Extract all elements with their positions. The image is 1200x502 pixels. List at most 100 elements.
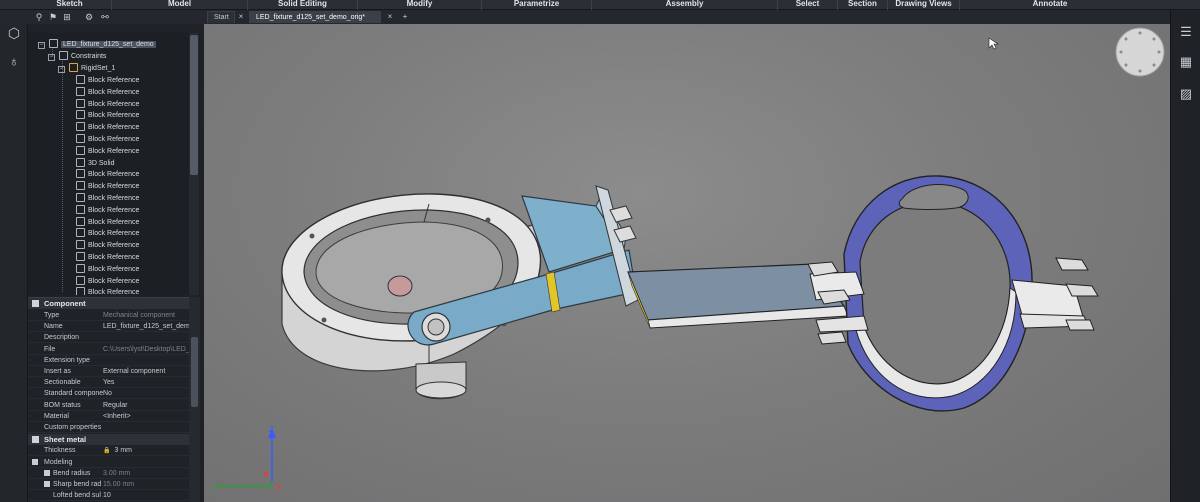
ribbon-tab-annotate[interactable]: Annotate: [960, 0, 1140, 10]
balloon-icon[interactable]: ♁: [5, 52, 23, 70]
mouse-cursor: [988, 37, 999, 50]
tree-item[interactable]: Block Reference: [76, 240, 139, 252]
hierarchy-icon[interactable]: ⊞: [62, 12, 72, 22]
tree-item[interactable]: Block Reference: [76, 75, 139, 87]
prop-value[interactable]: <Inherit>: [103, 411, 189, 422]
tree-item[interactable]: Block Reference: [76, 134, 139, 146]
tree-scrollbar[interactable]: [189, 33, 199, 295]
axis-z-label: Z: [269, 425, 274, 434]
led-housing[interactable]: [281, 193, 542, 376]
tree-item[interactable]: Block Reference: [76, 122, 139, 134]
prop-row-sharp-bend: Sharp bend rad 15.00 mm: [28, 479, 189, 490]
prop-row-thickness: Thickness 3 mm: [28, 445, 189, 456]
block-reference-icon: [76, 193, 85, 202]
properties-toggle-icon[interactable]: ☰: [1178, 24, 1194, 40]
tree-item[interactable]: Block Reference: [76, 275, 139, 288]
tab-start[interactable]: Start: [207, 11, 235, 23]
ribbon-bar: Sketch Model Solid Editing Modify Parame…: [0, 0, 1200, 10]
prop-row: Name LED_fixture_d125_set_demo: [28, 321, 189, 333]
right-icon-strip: ☰ ▦ ▨: [1170, 10, 1200, 502]
tree-item[interactable]: Block Reference: [76, 204, 139, 217]
new-tab-icon[interactable]: +: [400, 11, 410, 23]
block-reference-icon: [76, 252, 85, 261]
ribbon-tab-drawing-views[interactable]: Drawing Views: [888, 0, 960, 10]
prop-row: Description: [28, 332, 189, 344]
tree-item[interactable]: Block Reference: [76, 193, 139, 205]
tree-item[interactable]: Block Reference: [76, 86, 139, 99]
ribbon-tab-select[interactable]: Select: [778, 0, 838, 10]
binoculars-icon[interactable]: ⚯: [100, 12, 110, 22]
block-reference-icon: [76, 169, 85, 179]
ribbon-tab-solid-editing[interactable]: Solid Editing: [248, 0, 358, 10]
mechanical-browser-tree: − LED_fixture_d125_set_demo − Constraints …: [28, 33, 200, 295]
prop-row: Type Mechanical component: [28, 310, 189, 321]
block-reference-icon: [76, 145, 85, 155]
block-reference-icon: [76, 134, 85, 143]
tree-item[interactable]: Block Reference: [76, 110, 139, 122]
navigation-compass[interactable]: [1115, 27, 1165, 77]
left-icon-strip: ⬡ ♁: [0, 24, 28, 502]
tree-collapse-icon[interactable]: −: [58, 66, 65, 73]
ribbon-tab-sketch[interactable]: Sketch: [28, 0, 112, 10]
tree-item[interactable]: Block Reference: [76, 169, 139, 181]
tree-item[interactable]: Block Reference: [76, 145, 139, 158]
section-component[interactable]: Component: [28, 298, 189, 309]
constraints-icon: [59, 51, 68, 60]
tree-item[interactable]: 3D Solid: [76, 157, 114, 170]
application-window: Sketch Model Solid Editing Modify Parame…: [0, 0, 1200, 502]
tree-item[interactable]: Block Reference: [76, 216, 139, 229]
constraints-filter-icon[interactable]: ⚑: [48, 12, 58, 22]
prop-row: Extension type: [28, 355, 189, 366]
block-reference-icon: [76, 98, 85, 108]
tree-item[interactable]: Block Reference: [76, 181, 139, 193]
ribbon-tab-modify[interactable]: Modify: [358, 0, 482, 10]
block-reference-icon: [76, 110, 85, 120]
tree-item-rigidset[interactable]: − RigidSet_1: [58, 63, 115, 75]
prop-row-bend-radius: Bend radius 3.00 mm: [28, 468, 189, 479]
tree-collapse-icon[interactable]: −: [38, 42, 45, 49]
prop-value[interactable]: No: [103, 388, 189, 399]
thickness-value[interactable]: 3 mm: [103, 445, 189, 457]
properties-scrollbar[interactable]: [189, 297, 200, 502]
block-reference-icon: [76, 228, 85, 238]
ribbon-tab-section[interactable]: Section: [838, 0, 888, 10]
prop-value[interactable]: External component: [103, 366, 189, 377]
cable-gland[interactable]: [415, 361, 467, 400]
section-sheet-metal[interactable]: Sheet metal: [28, 434, 189, 445]
block-reference-icon: [76, 216, 85, 226]
toolbar-row: [0, 10, 1200, 24]
rigidset-icon: [69, 63, 78, 72]
ribbon-tab-parametrize[interactable]: Parametrize: [482, 0, 592, 10]
tree-root[interactable]: − LED_fixture_d125_set_demo: [38, 39, 156, 51]
prop-value[interactable]: Regular: [103, 400, 189, 411]
prop-row: Insert as External component: [28, 366, 189, 377]
tree-item[interactable]: Block Reference: [76, 98, 139, 111]
prop-value[interactable]: Yes: [103, 377, 189, 388]
prop-value[interactable]: C:\Users\lyst\Desktop\LED_: [103, 344, 189, 355]
tab-start-close-icon[interactable]: ×: [236, 11, 246, 23]
ribbon-tab-assembly[interactable]: Assembly: [592, 0, 778, 10]
tree-item[interactable]: Block Reference: [76, 252, 139, 264]
tab-document[interactable]: LED_fixture_d125_set_demo_orig*: [249, 11, 381, 23]
ribbon-tab-model[interactable]: Model: [112, 0, 248, 10]
tree-item[interactable]: Block Reference: [76, 228, 139, 240]
filter-icon[interactable]: ⚲: [34, 12, 44, 22]
tree-collapse-icon[interactable]: −: [48, 54, 55, 61]
prop-value[interactable]: LED_fixture_d125_set_demo: [103, 321, 189, 332]
settings-icon[interactable]: ⚙: [84, 12, 94, 22]
mechanical-browser-icon[interactable]: ⬡: [5, 24, 23, 42]
axis-gizmo: Z X: [211, 425, 282, 492]
block-reference-icon: [76, 287, 85, 295]
prop-row-modeling[interactable]: Modeling: [28, 457, 189, 468]
tree-item-constraints[interactable]: − Constraints: [48, 51, 106, 63]
layers-icon[interactable]: ▨: [1178, 86, 1194, 102]
tree-item[interactable]: Block Reference: [76, 263, 139, 276]
tree-item[interactable]: Block Reference: [76, 287, 139, 295]
pipe-clamp[interactable]: [809, 175, 1089, 412]
block-reference-icon: [76, 204, 85, 214]
prop-value[interactable]: Mechanical component: [103, 310, 189, 321]
prop-row: Standard compone No: [28, 388, 189, 400]
table-icon[interactable]: ▦: [1178, 54, 1194, 70]
tab-document-close-icon[interactable]: ×: [385, 11, 395, 23]
3d-viewport[interactable]: Z X: [204, 24, 1170, 502]
